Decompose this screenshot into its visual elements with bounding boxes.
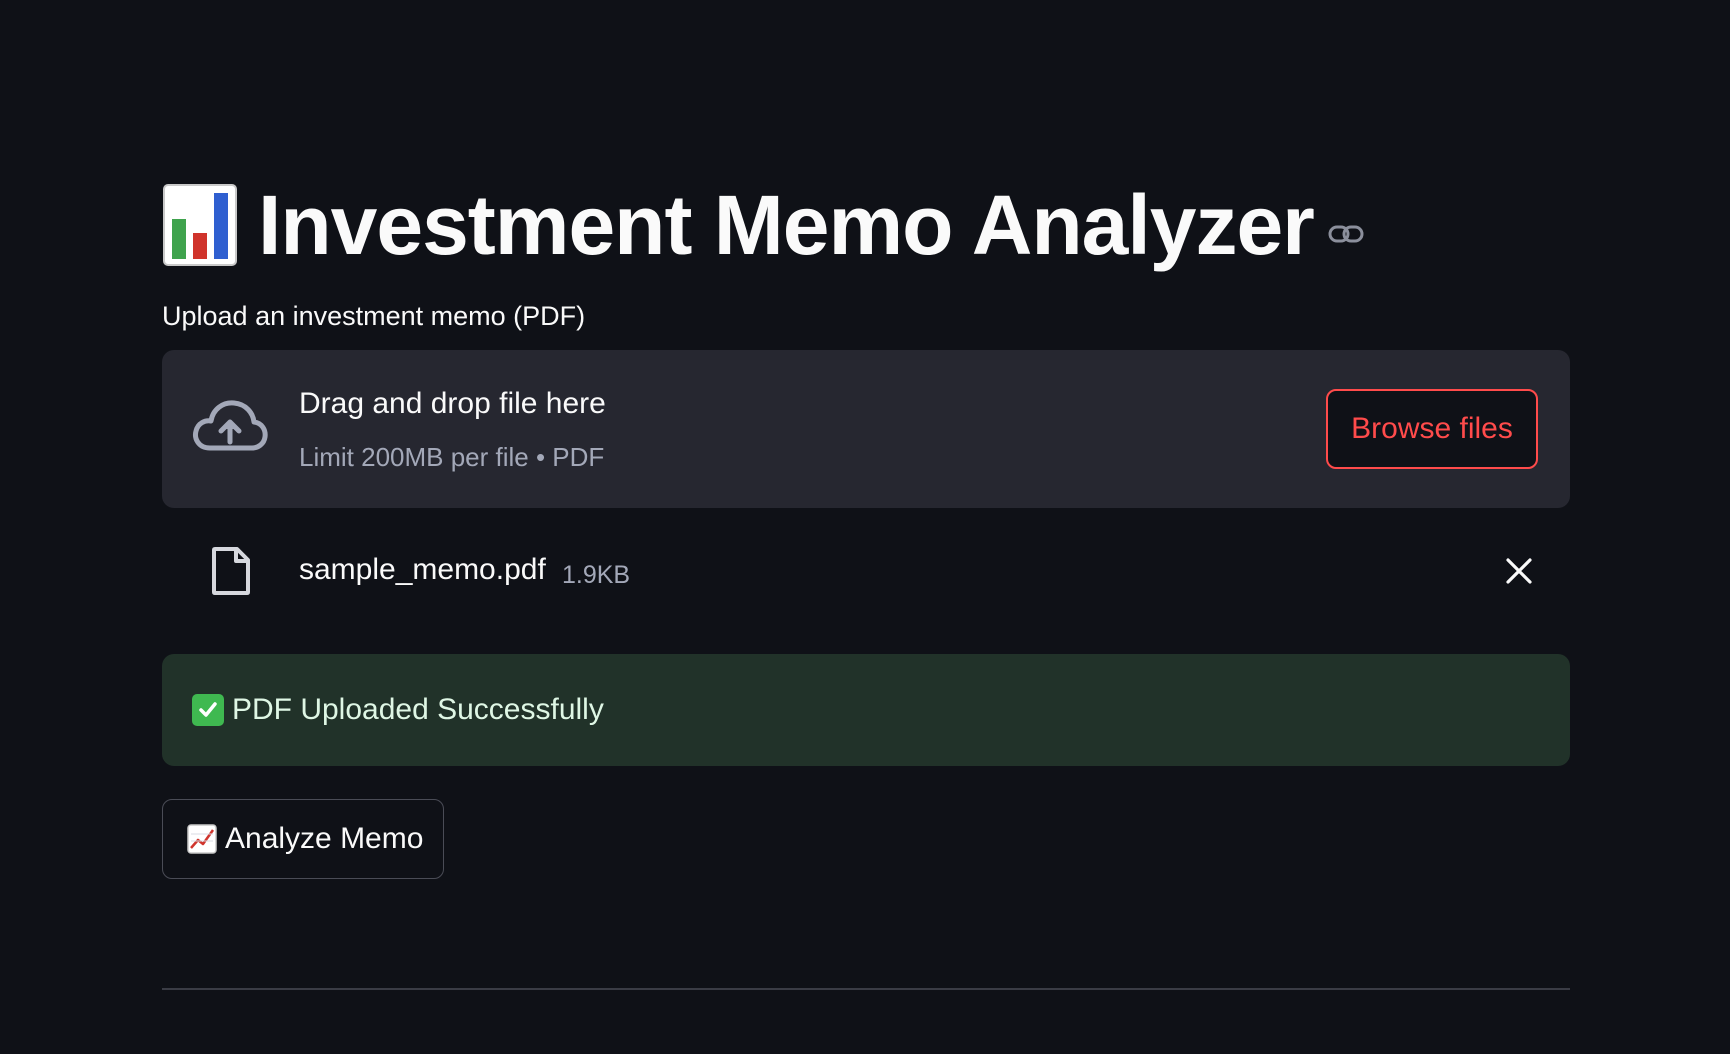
page-title: Investment Memo Analyzer [258, 178, 1315, 272]
analyze-button-label: Analyze Memo [225, 822, 424, 855]
analyze-memo-button[interactable]: Analyze Memo [162, 799, 444, 879]
cloud-upload-icon [193, 400, 268, 451]
file-icon [212, 547, 250, 595]
section-divider [162, 988, 1570, 990]
file-name: sample_memo.pdf [299, 553, 546, 586]
check-mark-icon [192, 694, 224, 726]
dropzone-limit-hint: Limit 200MB per file • PDF [299, 442, 605, 472]
file-size: 1.9KB [562, 561, 631, 589]
main-content: Investment Memo Analyzer Upload an inves… [162, 170, 1570, 879]
chart-increasing-icon [187, 824, 217, 854]
title-row: Investment Memo Analyzer [162, 170, 1570, 280]
uploader-label: Upload an investment memo (PDF) [162, 301, 586, 331]
remove-file-close-icon[interactable] [1504, 556, 1534, 586]
file-dropzone[interactable]: Drag and drop file here Limit 200MB per … [162, 350, 1570, 508]
dropzone-instruction: Drag and drop file here [299, 387, 606, 420]
uploaded-file-item: sample_memo.pdf 1.9KB [162, 508, 1570, 632]
app-page: Investment Memo Analyzer Upload an inves… [0, 0, 1730, 1054]
success-alert: PDF Uploaded Successfully [162, 654, 1570, 766]
link-icon[interactable] [1328, 224, 1364, 244]
bar-chart-icon [163, 184, 237, 266]
success-message: PDF Uploaded Successfully [232, 693, 604, 726]
browse-files-button[interactable]: Browse files [1326, 389, 1538, 469]
